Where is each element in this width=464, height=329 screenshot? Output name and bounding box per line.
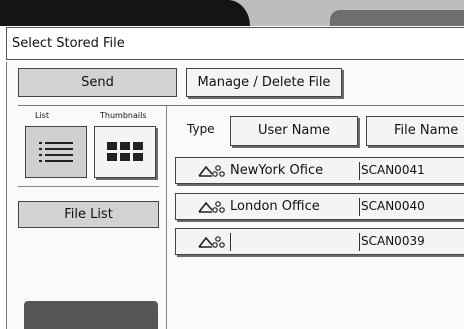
top-right-decoration <box>330 10 464 26</box>
bottom-dark-button[interactable] <box>24 301 158 329</box>
grid-icon <box>107 142 143 161</box>
user-name-sort-button[interactable]: User Name <box>230 116 358 146</box>
cell-separator <box>359 233 360 251</box>
divider-top <box>18 105 464 106</box>
file-name-cell: SCAN0040 <box>361 199 425 213</box>
list-label: List <box>35 111 49 120</box>
file-name-cell: SCAN0041 <box>361 163 425 177</box>
list-view-button[interactable] <box>25 126 87 178</box>
type-column-label: Type <box>187 122 215 136</box>
scanner-user-icon <box>198 236 225 248</box>
table-row[interactable]: SCAN0039 <box>175 228 464 255</box>
table-row[interactable]: London Office SCAN0040 <box>175 193 464 220</box>
list-icon <box>39 142 73 162</box>
cell-separator <box>230 233 231 251</box>
table-row[interactable]: NewYork Ofice SCAN0041 <box>175 157 464 184</box>
file-name-cell: SCAN0039 <box>361 234 425 248</box>
scanner-user-icon <box>198 201 225 213</box>
file-name-sort-button[interactable]: File Name <box>366 116 464 146</box>
cell-separator <box>359 162 360 180</box>
user-name-cell: NewYork Ofice <box>230 163 324 178</box>
thumbnails-view-button[interactable] <box>94 126 156 178</box>
top-tab-decoration <box>0 0 250 26</box>
divider-left <box>18 186 159 187</box>
scanner-user-icon <box>198 165 225 177</box>
page-title: Select Stored File <box>12 36 125 51</box>
thumbnails-label: Thumbnails <box>100 111 147 120</box>
manage-delete-file-tab[interactable]: Manage / Delete File <box>186 68 342 97</box>
user-name-cell: London Office <box>230 199 320 214</box>
top-bar <box>0 0 464 26</box>
send-tab[interactable]: Send <box>18 68 177 97</box>
divider-vertical <box>166 106 167 329</box>
title-bar: Select Stored File <box>6 27 464 60</box>
file-list-button[interactable]: File List <box>18 201 159 228</box>
cell-separator <box>359 198 360 216</box>
